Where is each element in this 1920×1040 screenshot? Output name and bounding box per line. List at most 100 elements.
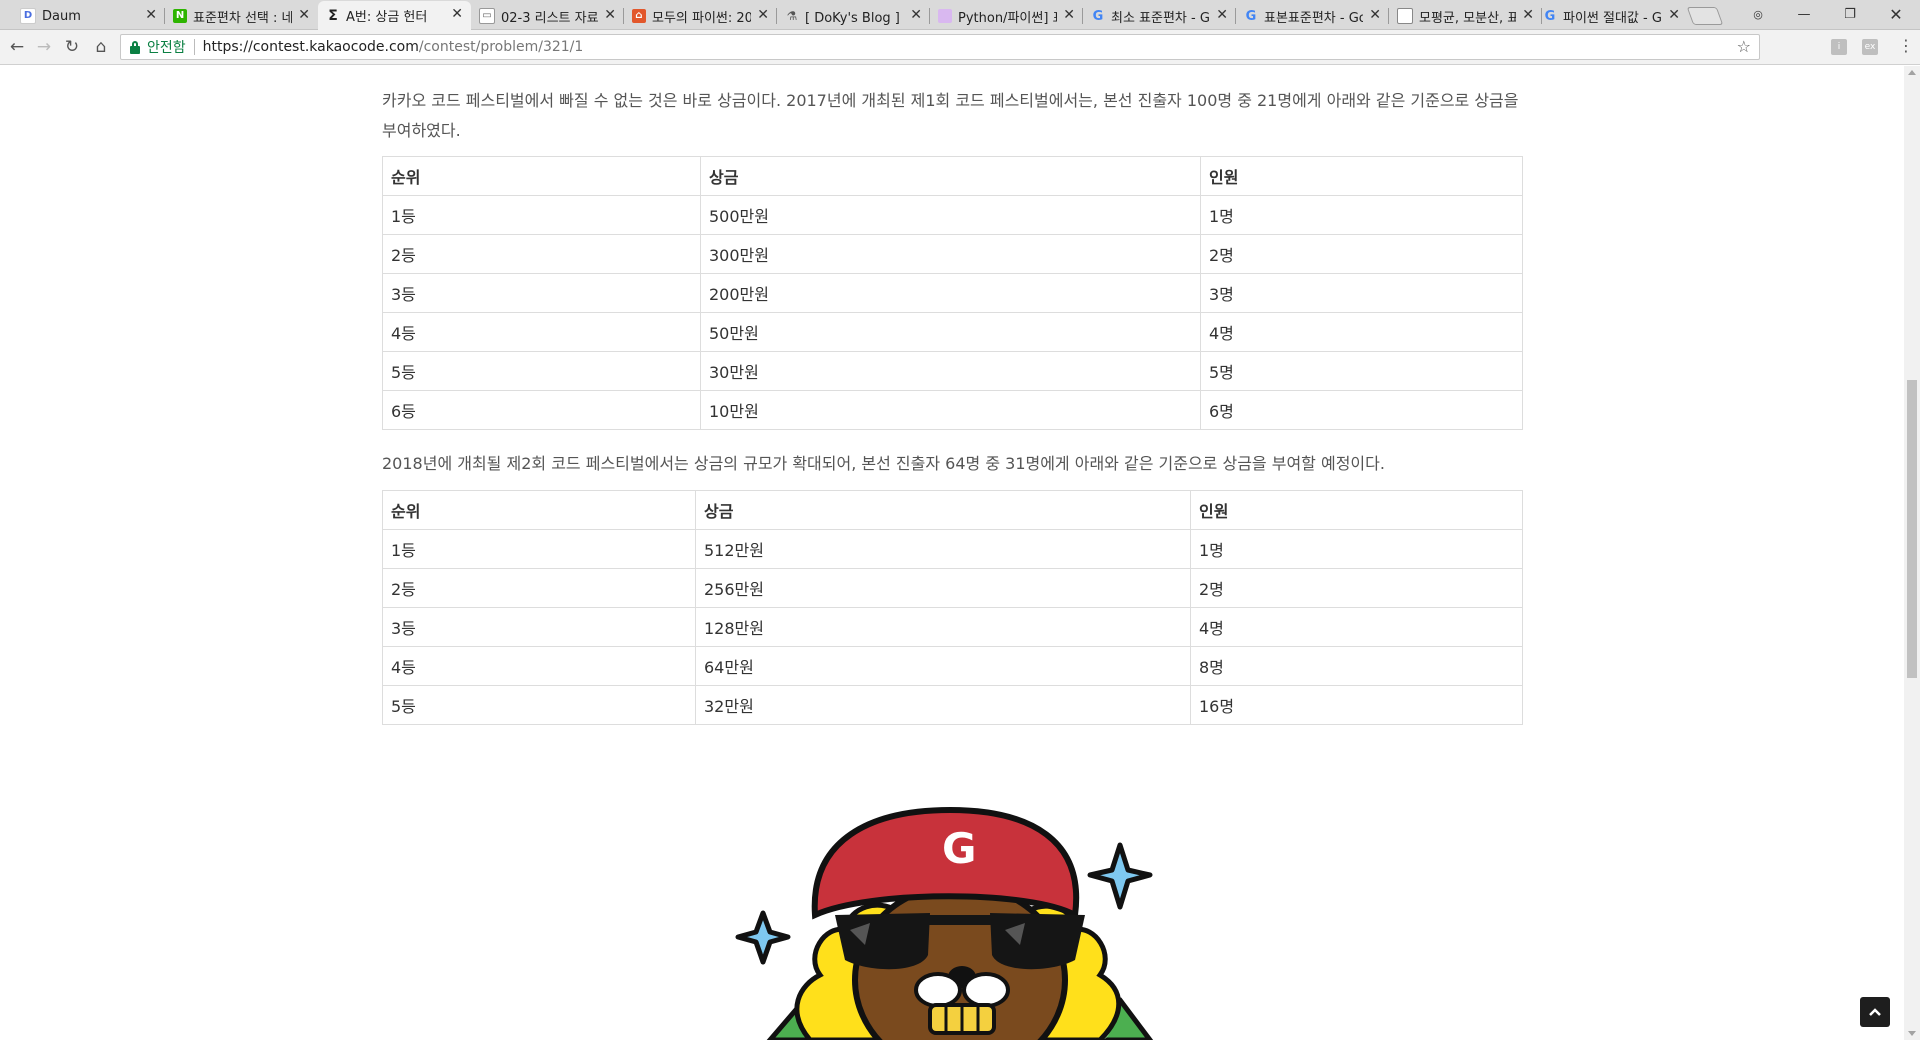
bookmark-star-icon[interactable]: ☆ — [1737, 37, 1751, 56]
second-paragraph: 2018년에 개최될 제2회 코드 페스티벌에서는 상금의 규모가 확대되어, … — [382, 454, 1385, 473]
table-row: 4등 50만원 4명 — [382, 312, 1523, 352]
muzzle-left — [914, 972, 962, 1008]
restore-icon[interactable]: ❐ — [1827, 0, 1873, 28]
close-icon[interactable]: ✕ — [910, 8, 922, 22]
tab-title: 표본표준편차 - Go — [1264, 10, 1363, 26]
omnibox-divider — [193, 39, 195, 55]
profile-icon[interactable]: ◎ — [1735, 0, 1781, 28]
table-header-row: 순위 상금 인원 — [382, 156, 1523, 196]
naver-icon: N — [173, 9, 187, 23]
google-icon: G — [1245, 8, 1257, 24]
count-cell: 8명 — [1190, 646, 1523, 686]
window-close-icon[interactable]: ✕ — [1873, 0, 1919, 28]
prize-cell: 500만원 — [700, 195, 1201, 235]
scroll-up-arrow-icon[interactable] — [1908, 70, 1916, 75]
reload-icon[interactable]: ↻ — [60, 36, 84, 58]
vertical-scrollbar[interactable] — [1904, 66, 1920, 1040]
rank-cell: 3등 — [382, 607, 696, 647]
tab-title: 표준편차 선택 : 네이버 — [193, 10, 292, 26]
tab-google-1[interactable]: G 최소 표준편차 - G ✕ — [1083, 2, 1236, 30]
sparkle-icon — [735, 910, 791, 965]
tab-google-3[interactable]: G 파이썬 절대값 - G ✕ — [1535, 2, 1688, 30]
close-icon[interactable]: ✕ — [757, 8, 769, 22]
rank-cell: 2등 — [382, 568, 696, 608]
close-icon[interactable]: ✕ — [1369, 8, 1381, 22]
count-cell: 4명 — [1200, 312, 1523, 352]
scroll-down-arrow-icon[interactable] — [1908, 1031, 1916, 1036]
close-icon[interactable]: ✕ — [145, 8, 157, 22]
minimize-icon[interactable]: — — [1781, 0, 1827, 28]
table-row: 3등 200만원 3명 — [382, 273, 1523, 313]
rank-cell: 4등 — [382, 646, 696, 686]
table-row: 6등 10만원 6명 — [382, 390, 1523, 430]
rank-cell: 5등 — [382, 351, 701, 391]
close-icon[interactable]: ✕ — [298, 8, 310, 22]
extension-icon[interactable]: ex — [1862, 39, 1878, 55]
prize-cell: 200만원 — [700, 273, 1201, 313]
prize-cell: 10만원 — [700, 390, 1201, 430]
new-tab-button[interactable] — [1686, 7, 1724, 25]
back-icon[interactable]: ← — [5, 36, 29, 58]
rank-cell: 1등 — [382, 195, 701, 235]
table-row: 5등 32만원 16명 — [382, 685, 1523, 725]
home-icon[interactable]: ⌂ — [89, 36, 113, 58]
glasses-bridge — [925, 915, 995, 925]
tab-title: A번: 상금 헌터 — [346, 10, 428, 25]
tab-strip: D Daum ✕ N 표준편차 선택 : 네이버 ✕ Σ A번: 상금 헌터 ✕… — [0, 0, 1920, 30]
kakaocode-icon: Σ — [328, 7, 338, 24]
count-cell: 1명 — [1200, 195, 1523, 235]
left-lens — [835, 913, 930, 970]
count-cell: 4명 — [1190, 607, 1523, 647]
prize-cell: 50만원 — [700, 312, 1201, 352]
blog-icon — [938, 9, 952, 23]
close-icon[interactable]: ✕ — [1216, 8, 1228, 22]
url-path: /contest/problem/321/1 — [418, 39, 584, 55]
muzzle-right — [962, 972, 1010, 1008]
menu-icon[interactable]: ⋮ — [1898, 38, 1914, 54]
rank-cell: 3등 — [382, 273, 701, 313]
column-header-count: 인원 — [1200, 156, 1523, 196]
table-header-row: 순위 상금 인원 — [382, 490, 1523, 530]
tab-daum[interactable]: D Daum ✕ — [12, 2, 165, 30]
table-row: 3등 128만원 4명 — [382, 607, 1523, 647]
tab-google-2[interactable]: G 표본표준편차 - Go ✕ — [1236, 2, 1389, 30]
count-cell: 2명 — [1200, 234, 1523, 274]
sparkle-icon — [1087, 842, 1153, 910]
intro-paragraph: 카카오 코드 페스티벌에서 빠질 수 없는 것은 바로 상금이다. 2017년에… — [382, 91, 1519, 140]
prize-cell: 512만원 — [695, 529, 1191, 569]
table-row: 2등 256만원 2명 — [382, 568, 1523, 608]
count-cell: 16명 — [1190, 685, 1523, 725]
extension-icon[interactable]: i — [1831, 39, 1847, 55]
close-icon[interactable]: ✕ — [451, 7, 463, 21]
close-icon[interactable]: ✕ — [1668, 8, 1680, 22]
table-row: 5등 30만원 5명 — [382, 351, 1523, 391]
url-host: https://contest.kakaocode.com — [202, 39, 419, 55]
document-icon — [1397, 8, 1413, 24]
prize-cell: 30만원 — [700, 351, 1201, 391]
tab-document[interactable]: 모평균, 모분산, 표 ✕ — [1389, 2, 1542, 30]
wikidocs-icon: ▭ — [479, 8, 495, 24]
column-header-prize: 상금 — [695, 490, 1191, 530]
tab-title: Daum — [42, 8, 81, 24]
scroll-to-top-button[interactable] — [1860, 997, 1890, 1027]
tab-title: 모두의 파이썬: 20 — [652, 10, 751, 26]
tab-title: 02-3 리스트 자료형 — [501, 10, 598, 26]
column-header-rank: 순위 — [382, 156, 701, 196]
close-icon[interactable]: ✕ — [1522, 8, 1534, 22]
tab-doky-blog[interactable]: ⚗ [ DoKy's Blog ] 파 ✕ — [777, 2, 930, 30]
address-bar[interactable]: 안전함 https://contest.kakaocode.com/contes… — [120, 34, 1760, 60]
lock-icon — [129, 40, 141, 54]
secure-label: 안전함 — [147, 40, 186, 56]
close-icon[interactable]: ✕ — [604, 8, 616, 22]
forward-icon[interactable]: → — [32, 36, 56, 58]
google-icon: G — [1092, 8, 1104, 24]
tab-title: 파이썬 절대값 - G — [1563, 10, 1662, 26]
rank-cell: 4등 — [382, 312, 701, 352]
tab-wikidocs[interactable]: ▭ 02-3 리스트 자료형 ✕ — [471, 2, 624, 30]
close-icon[interactable]: ✕ — [1063, 8, 1075, 22]
scrollbar-thumb[interactable] — [1907, 380, 1917, 678]
tab-python-blog[interactable]: Python/파이썬] 표 ✕ — [930, 2, 1083, 30]
tab-python-book[interactable]: ⌂ 모두의 파이썬: 20 ✕ — [624, 2, 777, 30]
tab-naver[interactable]: N 표준편차 선택 : 네이버 ✕ — [165, 2, 318, 30]
tab-kakaocode[interactable]: Σ A번: 상금 헌터 ✕ — [318, 1, 471, 30]
